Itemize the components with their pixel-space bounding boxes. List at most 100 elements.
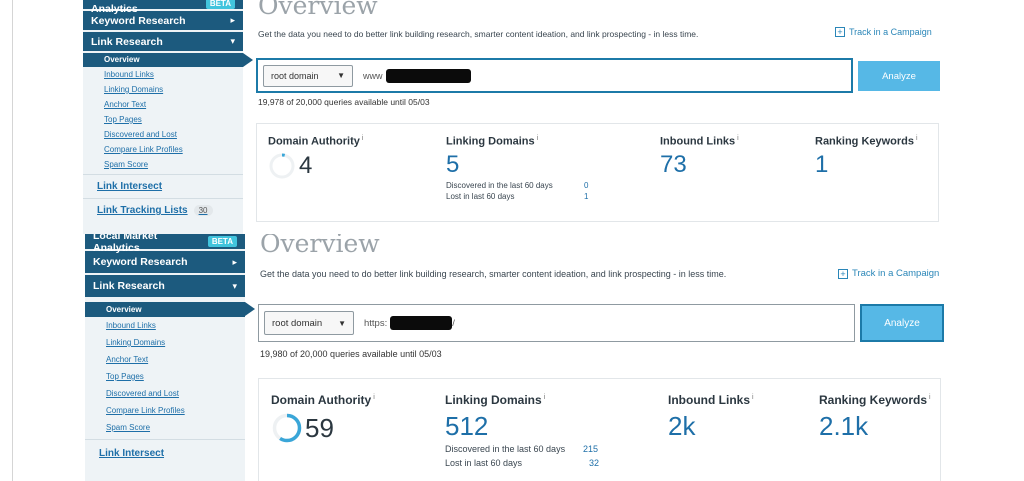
info-icon[interactable]: i [537,135,539,142]
domain-type-select[interactable]: root domain ▼ [264,311,354,335]
link-intersect-label: Link Intersect [99,448,165,459]
domain-authority-label: Domain Authority [271,393,372,407]
metric-label: Ranking Keywords i [819,393,931,407]
info-icon[interactable]: i [362,135,364,142]
linking-domains-value: 512 [445,411,489,441]
screenshot-panel-top: Local Market Analytics BETA Keyword Rese… [0,0,1024,234]
sidebar-item-label: Local Market Analytics BETA [91,0,235,15]
sidebar-item-local-market[interactable]: Local Market Analytics BETA [85,234,245,254]
sidebar-link-tracking-lists[interactable]: Link Tracking Lists 30 [83,198,243,222]
info-icon[interactable]: i [737,135,739,142]
subnav-discovered-lost[interactable]: Discovered and Lost [85,385,245,402]
metric-label: Domain Authority i [268,135,363,148]
redacted-url-block [390,316,453,330]
metric-domain-authority: Domain Authority i 4 [268,135,363,180]
redacted-url-block [385,68,471,83]
info-icon[interactable]: i [544,394,546,401]
discovered-row: Discovered in the last 60 days 215 [445,444,599,454]
track-campaign-link[interactable]: + Track in a Campaign [838,268,939,279]
sidebar-item-label: Link Research [91,35,163,48]
subnav-top-pages[interactable]: Top Pages [83,112,243,127]
analyze-button[interactable]: Analyze [860,304,944,342]
subnav-spam-score[interactable]: Spam Score [85,419,245,436]
subnav-anchor-text[interactable]: Anchor Text [83,97,243,112]
lost-row: Lost in last 60 days 32 [445,458,599,468]
ring-track [269,153,295,179]
domain-authority-row: 59 [271,412,375,444]
sidebar-item-keyword-research[interactable]: Keyword Research ▸ [85,251,245,275]
sidebar-link-intersect[interactable]: Link Intersect [85,439,245,467]
subnav-overview[interactable]: Overview [83,53,243,67]
metric-inbound-links: Inbound Links i 73 [660,135,739,179]
sidebar: Local Market Analytics BETA Keyword Rese… [83,0,243,234]
analyze-button[interactable]: Analyze [858,61,940,91]
inbound-links-label: Inbound Links [668,393,750,407]
progress-ring-icon [272,413,302,443]
subnav-top-pages[interactable]: Top Pages [85,368,245,385]
subnav-inbound-links[interactable]: Inbound Links [83,67,243,82]
info-icon[interactable]: i [929,394,931,401]
metric-label: Domain Authority i [271,393,375,407]
plus-box-icon: + [835,27,845,37]
info-icon[interactable]: i [752,394,754,401]
discovered-label: Discovered in the last 60 days [446,180,553,190]
subnav-anchor-text[interactable]: Anchor Text [85,351,245,368]
subnav-compare-profiles[interactable]: Compare Link Profiles [85,402,245,419]
track-campaign-label: Track in a Campaign [852,268,940,279]
query-quota-text: 19,980 of 20,000 queries available until… [260,349,442,359]
inbound-links-value: 2k [668,411,696,441]
lost-value[interactable]: 32 [589,458,599,468]
inbound-links-value: 73 [660,150,687,178]
ranking-keywords-value: 1 [815,150,829,178]
metric-linking-domains: Linking Domains i 512 Discovered in the l… [445,393,599,468]
discovered-label: Discovered in the last 60 days [445,444,566,454]
sidebar-item-link-research[interactable]: Link Research ▾ [83,32,243,53]
info-icon[interactable]: i [373,394,375,401]
caret-right-icon: ▸ [232,256,237,267]
beta-badge: BETA [205,0,235,9]
metric-inbound-links: Inbound Links i 2k [668,393,754,442]
link-research-subnav: Overview Inbound Links Linking Domains A… [83,53,243,172]
discovered-row: Discovered in the last 60 days 0 [446,181,588,190]
lost-value[interactable]: 1 [584,192,588,201]
discovered-value[interactable]: 215 [583,444,598,454]
subnav-linking-domains[interactable]: Linking Domains [85,334,245,351]
domain-authority-label: Domain Authority [268,135,360,148]
track-campaign-label: Track in a Campaign [849,27,932,37]
domain-authority-value: 59 [305,412,334,443]
domain-type-select[interactable]: root domain ▼ [263,64,353,87]
plus-box-icon: + [838,268,848,279]
link-tracking-label: Link Tracking Lists [97,205,188,216]
select-value: root domain [271,70,319,81]
caret-right-icon: ▸ [230,15,235,25]
sidebar-item-label: Local Market Analytics BETA [93,234,237,254]
subnav-spam-score[interactable]: Spam Score [83,157,243,172]
sidebar-item-label: Keyword Research [93,256,188,268]
lost-label: Lost in last 60 days [445,458,523,468]
info-icon[interactable]: i [916,135,918,142]
sidebar-item-link-research[interactable]: Link Research ▾ [85,275,245,299]
caret-down-icon: ▾ [232,280,237,291]
subnav-compare-profiles[interactable]: Compare Link Profiles [83,142,243,157]
page-title: Overview [258,0,378,20]
tracking-count-badge: 30 [193,205,213,216]
lost-row: Lost in last 60 days 1 [446,192,588,201]
url-input[interactable]: https: / [364,316,455,330]
link-research-subnav: Overview Inbound Links Linking Domains A… [85,302,245,436]
subnav-linking-domains[interactable]: Linking Domains [83,82,243,97]
url-input[interactable]: www [363,68,471,83]
linking-domains-value: 5 [446,150,460,178]
subnav-inbound-links[interactable]: Inbound Links [85,317,245,334]
progress-ring-icon [269,153,295,179]
track-campaign-link[interactable]: + Track in a Campaign [835,27,932,37]
lost-label: Lost in last 60 days [446,191,515,201]
sidebar-item-local-market[interactable]: Local Market Analytics BETA [83,0,243,15]
discovered-value[interactable]: 0 [584,181,588,190]
query-quota-text: 19,978 of 20,000 queries available until… [258,97,430,107]
sidebar-link-intersect[interactable]: Link Intersect [83,174,243,198]
subnav-discovered-lost[interactable]: Discovered and Lost [83,127,243,142]
sidebar-item-label: Link Research [93,280,165,292]
subnav-overview[interactable]: Overview [85,302,245,317]
metric-linking-domains: Linking Domains i 5 Discovered in the las… [446,135,588,201]
linking-domains-label: Linking Domains [446,135,535,148]
